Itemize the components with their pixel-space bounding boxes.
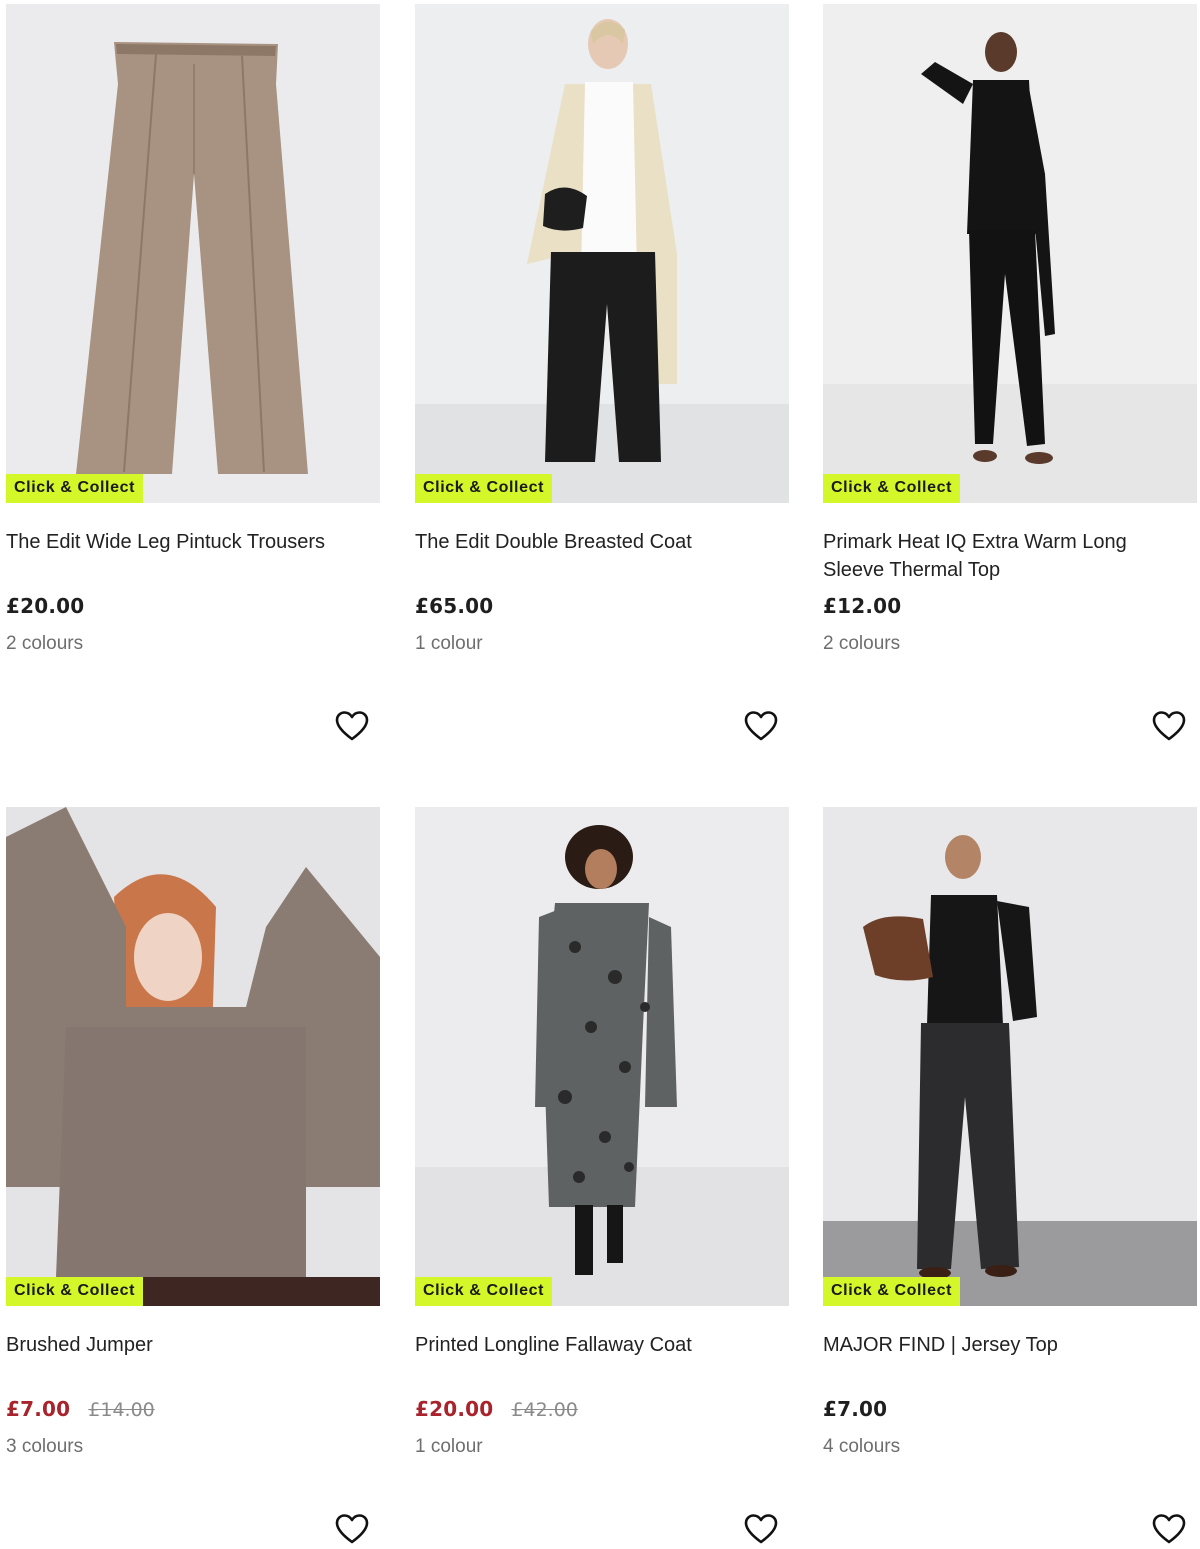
- product-card[interactable]: Click & Collect The Edit Wide Leg Pintuc…: [6, 4, 380, 741]
- product-image[interactable]: Click & Collect: [6, 807, 380, 1306]
- product-price: £7.00: [6, 1397, 71, 1421]
- heart-outline-icon: [335, 711, 369, 741]
- wide-leg-trousers-image: [6, 4, 380, 503]
- click-collect-badge: Click & Collect: [6, 474, 144, 503]
- colour-count: 3 colours: [6, 1436, 84, 1457]
- wishlist-button[interactable]: [743, 1511, 779, 1547]
- longline-coat-image: [415, 807, 789, 1306]
- double-breasted-coat-image: [415, 4, 789, 503]
- click-collect-badge: Click & Collect: [415, 474, 553, 503]
- product-price: £65.00: [415, 594, 494, 618]
- heart-outline-icon: [1152, 711, 1186, 741]
- product-title[interactable]: Printed Longline Fallaway Coat: [415, 1331, 775, 1359]
- price-row: £7.00: [823, 1397, 887, 1423]
- thermal-top-image: [823, 4, 1197, 503]
- product-image[interactable]: Click & Collect: [415, 807, 789, 1306]
- price-row: £12.00: [823, 594, 901, 620]
- was-price: £14.00: [88, 1399, 155, 1421]
- heart-outline-icon: [335, 1514, 369, 1544]
- product-title[interactable]: The Edit Double Breasted Coat: [415, 528, 775, 556]
- product-image[interactable]: Click & Collect: [823, 807, 1197, 1306]
- product-price: £20.00: [415, 1397, 494, 1421]
- heart-outline-icon: [744, 711, 778, 741]
- product-card[interactable]: Click & Collect Brushed Jumper £7.00 £14…: [6, 807, 380, 1544]
- wishlist-button[interactable]: [334, 1511, 370, 1547]
- was-price: £42.00: [511, 1399, 578, 1421]
- heart-outline-icon: [1152, 1514, 1186, 1544]
- product-image[interactable]: Click & Collect: [6, 4, 380, 503]
- click-collect-badge: Click & Collect: [415, 1277, 553, 1306]
- product-card[interactable]: Click & Collect Primark Heat IQ Extra Wa…: [823, 4, 1197, 741]
- colour-count: 1 colour: [415, 633, 483, 654]
- product-image[interactable]: Click & Collect: [823, 4, 1197, 503]
- click-collect-badge: Click & Collect: [823, 1277, 961, 1306]
- product-title[interactable]: Brushed Jumper: [6, 1331, 366, 1359]
- wishlist-button[interactable]: [1151, 708, 1187, 744]
- colour-count: 4 colours: [823, 1436, 901, 1457]
- wishlist-button[interactable]: [743, 708, 779, 744]
- product-title[interactable]: Primark Heat IQ Extra Warm Long Sleeve T…: [823, 528, 1183, 584]
- price-row: £20.00: [6, 594, 84, 620]
- product-grid: Click & Collect The Edit Wide Leg Pintuc…: [0, 0, 1200, 1549]
- wishlist-button[interactable]: [334, 708, 370, 744]
- click-collect-badge: Click & Collect: [6, 1277, 144, 1306]
- product-title[interactable]: The Edit Wide Leg Pintuck Trousers: [6, 528, 366, 556]
- click-collect-badge: Click & Collect: [823, 474, 961, 503]
- price-row: £65.00: [415, 594, 493, 620]
- product-card[interactable]: Click & Collect Printed Longline Fallawa…: [415, 807, 789, 1544]
- colour-count: 2 colours: [823, 633, 901, 654]
- colour-count: 2 colours: [6, 633, 84, 654]
- colour-count: 1 colour: [415, 1436, 483, 1457]
- product-card[interactable]: Click & Collect MAJOR FIND | Jersey Top …: [823, 807, 1197, 1544]
- wishlist-button[interactable]: [1151, 1511, 1187, 1547]
- product-price: £20.00: [6, 594, 85, 618]
- price-row: £7.00 £14.00: [6, 1397, 155, 1423]
- heart-outline-icon: [744, 1514, 778, 1544]
- jersey-top-image: [823, 807, 1197, 1306]
- brushed-jumper-image: [6, 807, 380, 1306]
- product-price: £12.00: [823, 594, 902, 618]
- product-card[interactable]: Click & Collect The Edit Double Breasted…: [415, 4, 789, 741]
- product-image[interactable]: Click & Collect: [415, 4, 789, 503]
- product-price: £7.00: [823, 1397, 888, 1421]
- product-title[interactable]: MAJOR FIND | Jersey Top: [823, 1331, 1183, 1359]
- price-row: £20.00 £42.00: [415, 1397, 578, 1423]
